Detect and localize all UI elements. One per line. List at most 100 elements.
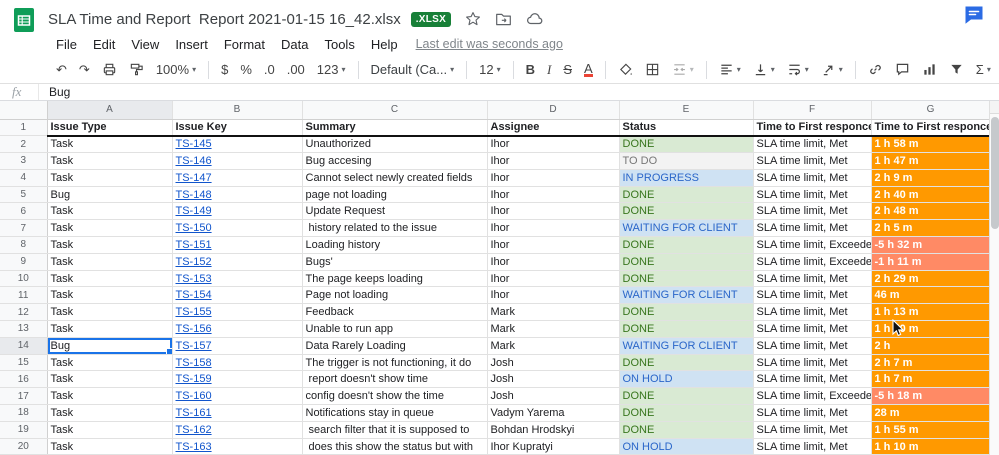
cell-G3[interactable]: 1 h 47 m [871,152,991,170]
text-wrap-button[interactable]: ▾ [787,62,809,77]
redo-button[interactable]: ↷ [79,62,90,78]
cell-G19[interactable]: 1 h 55 m [871,421,991,439]
cell-E2[interactable]: DONE [619,135,754,154]
cell-F7[interactable]: SLA time limit, Met [753,219,872,238]
cell-D7[interactable]: Ihor [487,219,620,238]
cell-E5[interactable]: DONE [619,186,754,204]
cell-F2[interactable]: SLA time limit, Met [753,135,872,154]
document-title[interactable]: SLA Time and Report Report 2021-01-15 16… [48,11,401,28]
cell-G17[interactable]: -5 h 18 m [871,387,991,406]
row-header-2[interactable]: 2 [0,135,48,154]
sheets-logo-icon[interactable] [11,7,37,56]
cell-E8[interactable]: DONE [619,236,754,254]
cell-G1[interactable]: Time to First responce [871,119,991,137]
cell-A9[interactable]: Task [47,253,173,271]
column-header-B[interactable]: B [172,101,303,120]
cell-C1[interactable]: Summary [302,119,488,137]
cell-G6[interactable]: 2 h 48 m [871,202,991,221]
column-header-A[interactable]: A [47,101,173,120]
cell-D2[interactable]: Ihor [487,135,620,154]
cell-E12[interactable]: DONE [619,303,754,322]
cell-E11[interactable]: WAITING FOR CLIENT [619,286,754,305]
cell-C5[interactable]: page not loading [302,186,488,204]
cell-F19[interactable]: SLA time limit, Met [753,421,872,439]
cell-C16[interactable]: report doesn't show time [302,370,488,389]
cell-A15[interactable]: Task [47,354,173,372]
row-header-10[interactable]: 10 [0,270,48,288]
cell-A6[interactable]: Task [47,202,173,221]
row-header-17[interactable]: 17 [0,387,48,406]
cell-C11[interactable]: Page not loading [302,286,488,305]
cell-B17[interactable]: TS-160 [172,387,303,406]
font-size-select[interactable]: 12 ▾ [479,62,500,77]
cell-F13[interactable]: SLA time limit, Met [753,320,872,338]
cell-E7[interactable]: WAITING FOR CLIENT [619,219,754,238]
cell-A17[interactable]: Task [47,387,173,406]
cell-D1[interactable]: Assignee [487,119,620,137]
cell-A14[interactable]: Bug [47,337,173,355]
cell-G7[interactable]: 2 h 5 m [871,219,991,238]
chat-icon[interactable] [963,4,985,26]
more-formats-button[interactable]: 123 ▾ [317,62,346,77]
cell-C3[interactable]: Bug accesing [302,152,488,170]
cell-C8[interactable]: Loading history [302,236,488,254]
cell-A3[interactable]: Task [47,152,173,170]
cell-D16[interactable]: Josh [487,370,620,389]
cell-A16[interactable]: Task [47,370,173,389]
cell-B16[interactable]: TS-159 [172,370,303,389]
cell-A4[interactable]: Task [47,169,173,187]
cell-C15[interactable]: The trigger is not functioning, it do [302,354,488,372]
undo-button[interactable]: ↶ [56,62,67,78]
insert-link-button[interactable] [868,62,883,77]
cell-D12[interactable]: Mark [487,303,620,322]
cell-F12[interactable]: SLA time limit, Met [753,303,872,322]
select-all-corner[interactable] [0,101,48,120]
cell-D20[interactable]: Ihor Kupratyi [487,438,620,455]
cell-E15[interactable]: DONE [619,354,754,372]
cell-C20[interactable]: does this show the status but with [302,438,488,455]
cell-F15[interactable]: SLA time limit, Met [753,354,872,372]
cell-C12[interactable]: Feedback [302,303,488,322]
decrease-decimal-button[interactable]: .0 [264,62,275,77]
cell-A1[interactable]: Issue Type [47,119,173,137]
italic-button[interactable]: I [547,62,551,78]
cell-B19[interactable]: TS-162 [172,421,303,439]
row-header-5[interactable]: 5 [0,186,48,204]
cell-C7[interactable]: history related to the issue [302,219,488,238]
scrollbar-thumb[interactable] [991,117,999,229]
menu-tools[interactable]: Tools [316,35,362,54]
menu-view[interactable]: View [123,35,167,54]
cell-B15[interactable]: TS-158 [172,354,303,372]
cell-D17[interactable]: Josh [487,387,620,406]
cell-D18[interactable]: Vadym Yarema [487,404,620,422]
cell-E14[interactable]: WAITING FOR CLIENT [619,337,754,355]
cell-G4[interactable]: 2 h 9 m [871,169,991,187]
cell-B13[interactable]: TS-156 [172,320,303,338]
document-status-cloud-icon[interactable] [526,10,544,28]
cell-D14[interactable]: Mark [487,337,620,355]
cell-A19[interactable]: Task [47,421,173,439]
cell-G13[interactable]: 1 h 50 m [871,320,991,338]
cell-B4[interactable]: TS-147 [172,169,303,187]
cell-F14[interactable]: SLA time limit, Met [753,337,872,355]
cell-F16[interactable]: SLA time limit, Met [753,370,872,389]
cell-B14[interactable]: TS-157 [172,337,303,355]
text-color-button[interactable]: A [584,62,593,77]
cell-D10[interactable]: Ihor [487,270,620,288]
cell-C17[interactable]: config doesn't show the time [302,387,488,406]
cell-B6[interactable]: TS-149 [172,202,303,221]
column-header-E[interactable]: E [619,101,754,120]
column-header-C[interactable]: C [302,101,488,120]
cell-B3[interactable]: TS-146 [172,152,303,170]
cell-B2[interactable]: TS-145 [172,135,303,154]
row-header-6[interactable]: 6 [0,202,48,221]
cell-A2[interactable]: Task [47,135,173,154]
cell-F10[interactable]: SLA time limit, Met [753,270,872,288]
format-currency-button[interactable]: $ [221,62,228,77]
row-header-3[interactable]: 3 [0,152,48,170]
cell-B9[interactable]: TS-152 [172,253,303,271]
cell-D11[interactable]: Ihor [487,286,620,305]
cell-G16[interactable]: 1 h 7 m [871,370,991,389]
vertical-scrollbar[interactable] [989,101,999,455]
cell-A12[interactable]: Task [47,303,173,322]
